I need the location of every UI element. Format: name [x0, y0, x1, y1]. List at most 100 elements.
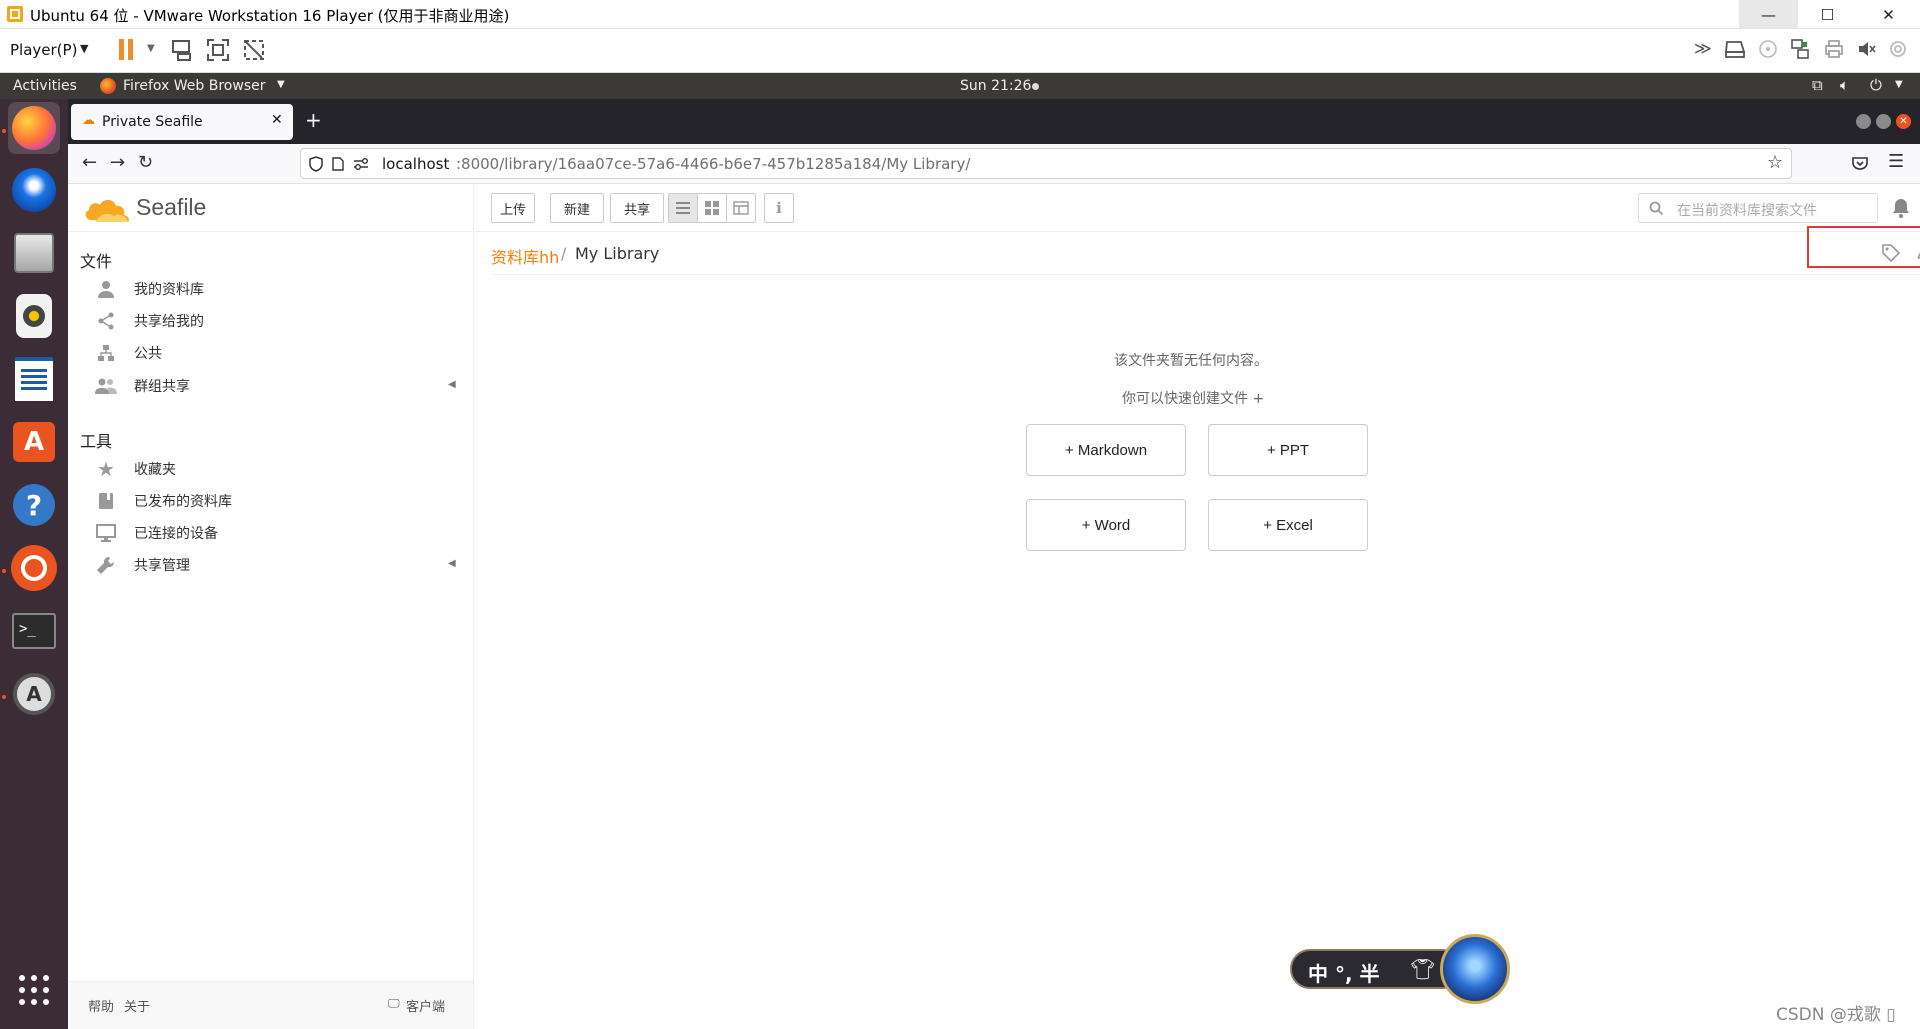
pocket-icon[interactable]: [1852, 156, 1868, 171]
activities-button[interactable]: Activities: [13, 78, 77, 94]
dock-terminal[interactable]: >_: [8, 605, 60, 657]
printer-icon[interactable]: [1824, 39, 1844, 59]
create-ppt-button[interactable]: + PPT: [1208, 424, 1368, 476]
dock-thunderbird[interactable]: [8, 164, 60, 216]
url-bar[interactable]: localhost :8000/library/16aa07ce-57a6-44…: [300, 148, 1792, 179]
create-word-button[interactable]: + Word: [1026, 499, 1186, 551]
back-icon[interactable]: ←: [82, 152, 97, 173]
player-menu[interactable]: Player(P): [10, 41, 77, 59]
create-excel-button[interactable]: + Excel: [1208, 499, 1368, 551]
dock-files[interactable]: [8, 227, 60, 279]
chevron-down-icon[interactable]: ▼: [147, 43, 155, 54]
app-menu[interactable]: Firefox Web Browser: [123, 78, 266, 94]
window-maximize-icon[interactable]: [1876, 114, 1891, 129]
hamburger-menu-icon[interactable]: ☰: [1888, 151, 1904, 172]
sound-icon[interactable]: [1856, 39, 1876, 59]
sidebar-item-label: 已发布的资料库: [134, 494, 232, 510]
chevron-down-icon[interactable]: ▼: [80, 42, 88, 55]
network-status-icon[interactable]: ⧉: [1812, 76, 1823, 94]
volume-icon[interactable]: 🔈︎: [1840, 76, 1849, 94]
list-view-button[interactable]: [668, 193, 698, 223]
upload-button[interactable]: 上传: [491, 193, 535, 223]
tab-private-seafile[interactable]: ☁ Private Seafile ✕: [71, 104, 293, 140]
about-link[interactable]: 关于: [124, 996, 150, 1015]
clock[interactable]: Sun 21:26: [960, 78, 1031, 94]
dock-help[interactable]: ?: [8, 479, 60, 531]
column-view-button[interactable]: [726, 193, 756, 223]
create-markdown-button[interactable]: + Markdown: [1026, 424, 1186, 476]
dock-software[interactable]: A: [8, 416, 60, 468]
fullscreen-icon[interactable]: [206, 38, 230, 62]
unity-icon[interactable]: [242, 38, 266, 62]
empty-message: 该文件夹暂无任何内容。: [1114, 353, 1268, 369]
ubuntu-top-bar: Activities Firefox Web Browser ▼ Sun 21:…: [0, 73, 1920, 99]
grid-view-button[interactable]: [697, 193, 727, 223]
dock-writer[interactable]: [8, 353, 60, 405]
tag-icon[interactable]: [1881, 243, 1901, 263]
monitor-icon: [92, 523, 120, 543]
window-close-icon[interactable]: ✕: [1896, 114, 1911, 129]
sidebar-item-linked-devices[interactable]: 已连接的设备: [92, 518, 218, 548]
new-tab-button[interactable]: +: [305, 108, 322, 132]
send-ctrl-alt-del-icon[interactable]: [170, 38, 194, 62]
reload-icon[interactable]: ↻: [138, 152, 153, 173]
chevron-down-icon[interactable]: ▼: [277, 79, 285, 90]
minimize-button[interactable]: —: [1739, 0, 1798, 29]
bell-icon[interactable]: [1892, 198, 1910, 218]
maximize-button[interactable]: ☐: [1798, 0, 1857, 29]
running-indicator: [2, 569, 6, 573]
ime-toolbar[interactable]: 中 °, 半 👕︎: [1290, 949, 1448, 989]
forward-icon[interactable]: →: [110, 152, 125, 173]
ime-shirt-icon[interactable]: 👕︎: [1410, 957, 1435, 981]
search-input[interactable]: 在当前资料库搜索文件: [1638, 193, 1878, 223]
window-minimize-icon[interactable]: [1856, 114, 1871, 129]
seafile-logo-icon[interactable]: [84, 192, 134, 226]
wrench-icon: [92, 555, 120, 575]
hard-disk-icon[interactable]: [1724, 39, 1746, 59]
sidebar-item-shared-with-me[interactable]: 共享给我的: [92, 306, 204, 336]
permissions-icon[interactable]: [353, 157, 369, 171]
cd-icon[interactable]: [1758, 39, 1778, 59]
client-link[interactable]: 客户端: [406, 996, 445, 1015]
help-link[interactable]: 帮助: [88, 996, 114, 1015]
bookmark-star-icon[interactable]: ☆: [1767, 152, 1783, 173]
more-devices-icon[interactable]: ≫: [1694, 39, 1712, 59]
sidebar-item-my-libraries[interactable]: 我的资料库: [92, 274, 204, 304]
thunderbird-icon: [12, 168, 56, 212]
ime-avatar-icon: [1440, 934, 1510, 1004]
apps-grid-icon: [19, 975, 49, 1005]
power-icon[interactable]: ⏻: [1870, 76, 1882, 94]
info-button[interactable]: ℹ: [764, 193, 794, 223]
sidebar-item-favorites[interactable]: ★ 收藏夹: [92, 454, 176, 484]
watermark: CSDN @戎歌 ▯: [1776, 1005, 1896, 1025]
close-tab-icon[interactable]: ✕: [271, 112, 283, 128]
sidebar-item-group-share[interactable]: 群组共享: [92, 371, 190, 401]
network-icon[interactable]: [1790, 38, 1810, 60]
caret-left-icon[interactable]: ◀: [448, 379, 456, 390]
settings-device-icon[interactable]: [1888, 39, 1908, 59]
group-icon: [92, 376, 120, 396]
chevron-down-icon[interactable]: ▼: [1895, 79, 1903, 90]
dock-ubuntu[interactable]: [8, 542, 60, 594]
page-icon[interactable]: [332, 157, 344, 171]
show-applications-button[interactable]: [8, 964, 60, 1016]
dock-firefox[interactable]: [8, 102, 60, 154]
sidebar-item-share-admin[interactable]: 共享管理: [92, 550, 190, 580]
seafile-logo-text[interactable]: Seafile: [136, 194, 206, 221]
dock-updater[interactable]: A: [8, 668, 60, 720]
recycle-bin-icon[interactable]: [1915, 243, 1920, 263]
column-view-icon: [733, 201, 749, 215]
share-icon: [92, 311, 120, 331]
shield-icon[interactable]: [309, 156, 323, 172]
share-button[interactable]: 共享: [610, 193, 664, 223]
running-indicator: [2, 129, 6, 133]
sidebar-item-published-libraries[interactable]: 已发布的资料库: [92, 486, 232, 516]
pause-icon[interactable]: [119, 39, 124, 60]
vmware-title-bar: Ubuntu 64 位 - VMware Workstation 16 Play…: [0, 0, 1920, 29]
new-button[interactable]: 新建: [550, 193, 604, 223]
caret-left-icon[interactable]: ◀: [448, 558, 456, 569]
close-button[interactable]: ✕: [1857, 0, 1920, 29]
breadcrumb-library-link[interactable]: 资料库hh: [491, 244, 559, 268]
dock-rhythmbox[interactable]: [8, 290, 60, 342]
sidebar-item-public[interactable]: 公共: [92, 338, 162, 368]
